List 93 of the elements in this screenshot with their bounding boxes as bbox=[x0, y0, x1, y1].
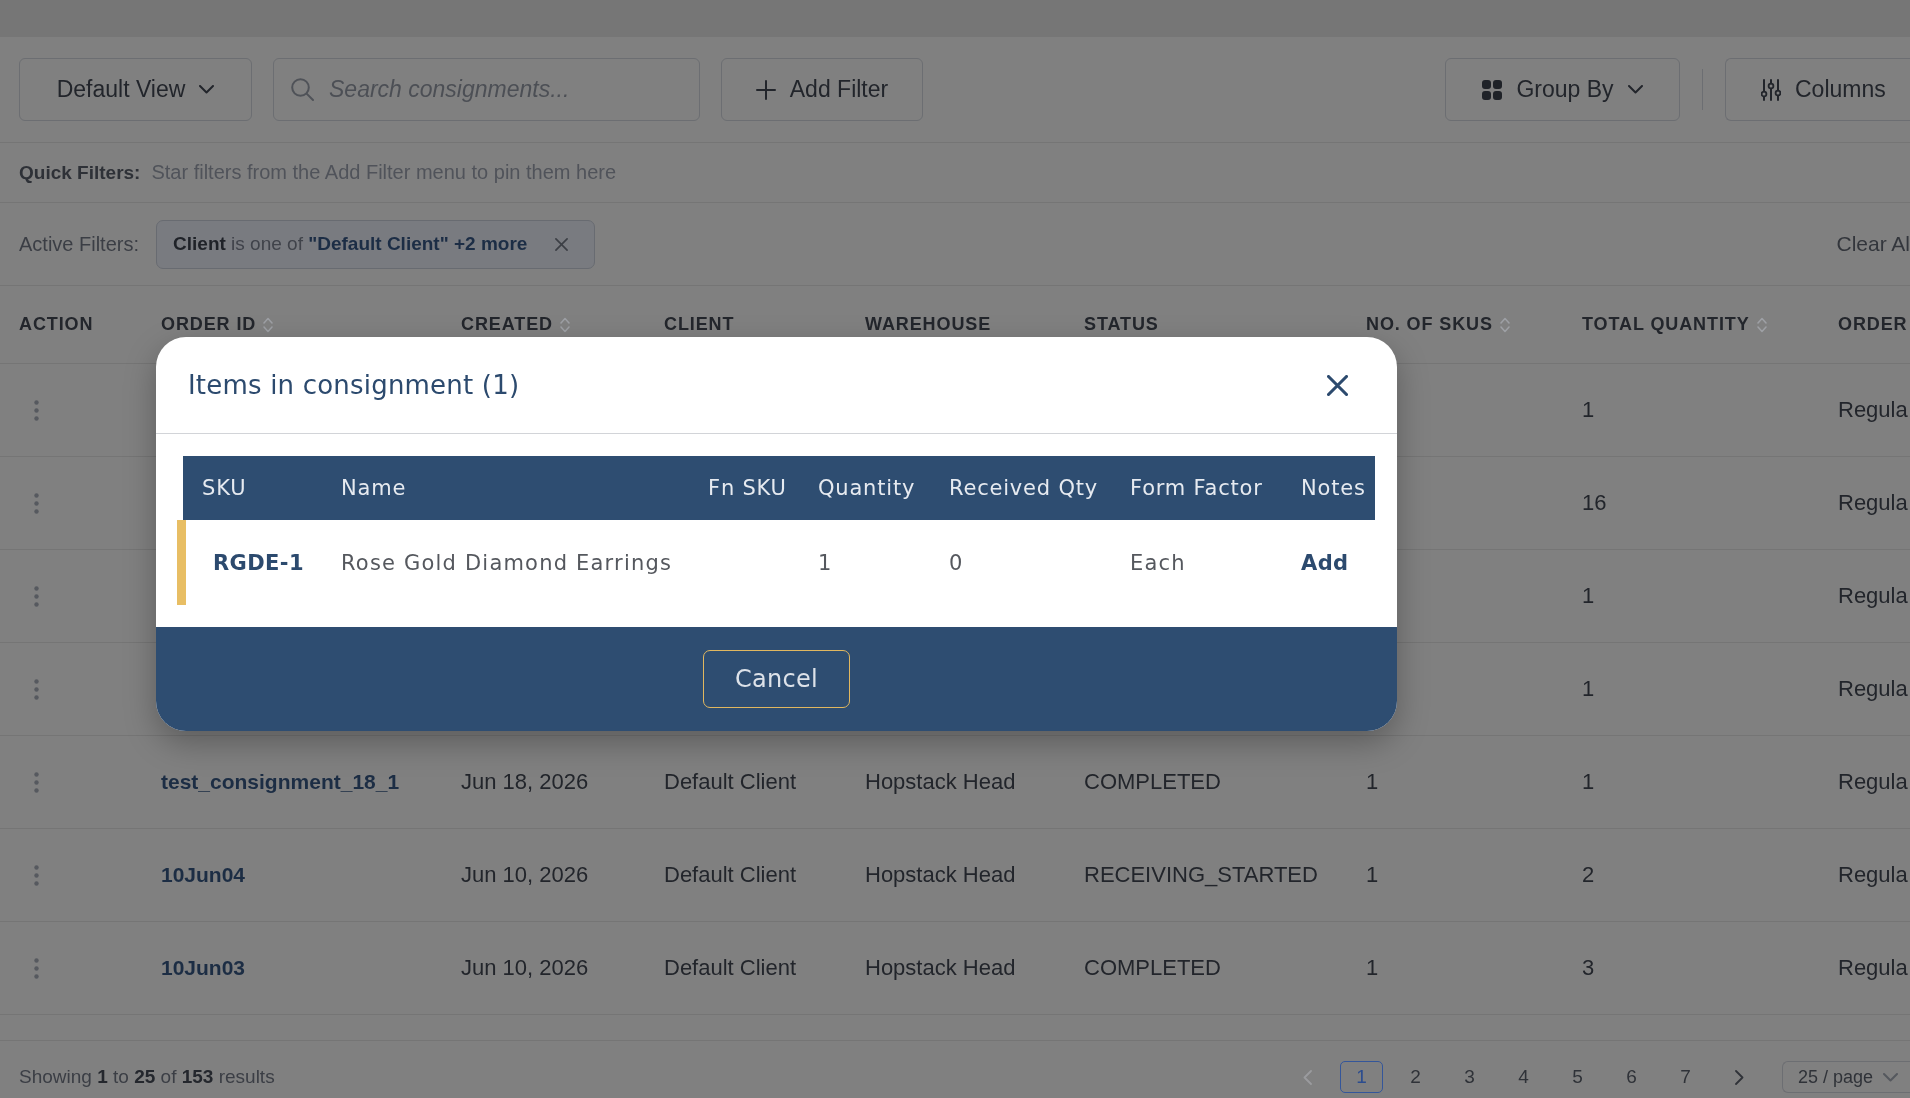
sort-icon[interactable] bbox=[1756, 316, 1767, 333]
column-header: SKU bbox=[201, 476, 248, 500]
page-button[interactable]: 2 bbox=[1394, 1061, 1437, 1093]
close-icon[interactable] bbox=[1327, 374, 1348, 396]
table-cell: 1 bbox=[1582, 583, 1595, 609]
kebab-menu-icon[interactable] bbox=[34, 771, 39, 793]
column-header: ACTION bbox=[19, 314, 94, 335]
column-header: Quantity bbox=[818, 476, 917, 500]
column-header: ORDER bbox=[1838, 314, 1908, 335]
table-cell: Regula bbox=[1838, 583, 1908, 609]
table-cell: 2 bbox=[1582, 862, 1595, 888]
table-cell: COMPLETED bbox=[1084, 769, 1221, 795]
column-header: Fn SKU bbox=[708, 476, 788, 500]
table-cell: Hopstack Head bbox=[865, 769, 1016, 795]
column-header: Name bbox=[341, 476, 408, 500]
table-cell: RECEIVING_STARTED bbox=[1084, 862, 1318, 888]
kebab-menu-icon[interactable] bbox=[34, 678, 39, 700]
table-cell: Jun 10, 2026 bbox=[461, 955, 589, 981]
column-header: Received Qty bbox=[949, 476, 1099, 500]
grid-icon bbox=[1482, 79, 1503, 100]
table-cell: Regula bbox=[1838, 862, 1908, 888]
table-cell: 1 bbox=[1582, 397, 1595, 423]
add-filter-button[interactable]: Add Filter bbox=[721, 58, 923, 121]
chevron-down-icon bbox=[199, 85, 215, 94]
kebab-menu-icon[interactable] bbox=[34, 492, 39, 514]
column-header: NO. OF SKUS bbox=[1366, 314, 1493, 335]
table-cell: 1 bbox=[1582, 676, 1595, 702]
plus-icon bbox=[755, 79, 776, 100]
table-cell: Default Client bbox=[664, 862, 797, 888]
column-header: WAREHOUSE bbox=[865, 314, 992, 335]
page-button[interactable]: 1 bbox=[1340, 1061, 1383, 1093]
table-cell: 1 bbox=[1366, 955, 1379, 981]
table-cell: 1 bbox=[1582, 769, 1595, 795]
page-size-select[interactable]: 25 / page bbox=[1782, 1061, 1910, 1093]
table-cell: 1 bbox=[1366, 862, 1379, 888]
sort-icon[interactable] bbox=[1499, 316, 1510, 333]
sliders-icon bbox=[1761, 78, 1781, 101]
column-header: Notes bbox=[1301, 476, 1367, 500]
order-id-link[interactable]: test_consignment_18_1 bbox=[161, 770, 400, 794]
table-cell: COMPLETED bbox=[1084, 955, 1221, 981]
column-header: TOTAL QUANTITY bbox=[1582, 314, 1750, 335]
chevron-right-icon[interactable] bbox=[1735, 1069, 1744, 1085]
table-cell: 3 bbox=[1582, 955, 1595, 981]
dialog-title: Items in consignment (1) bbox=[188, 370, 520, 400]
page-button[interactable]: 7 bbox=[1664, 1061, 1707, 1093]
column-header: CREATED bbox=[461, 314, 553, 335]
table-cell: Default Client bbox=[664, 955, 797, 981]
page-button[interactable]: 3 bbox=[1448, 1061, 1491, 1093]
page-button[interactable]: 6 bbox=[1610, 1061, 1653, 1093]
kebab-menu-icon[interactable] bbox=[34, 864, 39, 886]
columns-button[interactable]: Columns bbox=[1725, 58, 1910, 121]
table-cell: Jun 18, 2026 bbox=[461, 769, 589, 795]
table-cell: Each bbox=[1130, 550, 1186, 575]
table-cell: Regula bbox=[1838, 955, 1908, 981]
sku-link[interactable]: RGDE-1 bbox=[213, 550, 304, 575]
table-cell: Rose Gold Diamond Earrings bbox=[341, 550, 673, 575]
table-cell: Jun 10, 2026 bbox=[461, 862, 589, 888]
column-header: CLIENT bbox=[664, 314, 735, 335]
table-cell: Regula bbox=[1838, 769, 1908, 795]
active-filters-label: Active Filters: bbox=[19, 232, 140, 256]
column-header: STATUS bbox=[1084, 314, 1159, 335]
table-cell: Hopstack Head bbox=[865, 862, 1016, 888]
table-cell: Regula bbox=[1838, 490, 1908, 516]
cancel-button[interactable]: Cancel bbox=[703, 650, 850, 708]
table-cell: 1 bbox=[1366, 769, 1379, 795]
sort-icon[interactable] bbox=[559, 316, 570, 333]
page-button[interactable]: 5 bbox=[1556, 1061, 1599, 1093]
clear-all-button[interactable]: Clear Al bbox=[1836, 232, 1910, 256]
column-header: ORDER ID bbox=[161, 314, 257, 335]
kebab-menu-icon[interactable] bbox=[34, 957, 39, 979]
add-note-link[interactable]: Add bbox=[1301, 550, 1349, 575]
results-summary: Showing 1 to 25 of 153 results bbox=[19, 1065, 275, 1089]
column-header: Form Factor bbox=[1130, 476, 1264, 500]
table-cell: Regula bbox=[1838, 676, 1908, 702]
chevron-down-icon bbox=[1627, 85, 1643, 94]
table-cell: 1 bbox=[818, 550, 833, 575]
filter-chip[interactable]: Client is one of "Default Client" +2 more bbox=[156, 219, 596, 269]
group-by-button[interactable]: Group By bbox=[1445, 58, 1680, 121]
table-cell: 0 bbox=[949, 550, 964, 575]
kebab-menu-icon[interactable] bbox=[34, 399, 39, 421]
view-select-button[interactable]: Default View bbox=[19, 58, 252, 121]
order-id-link[interactable]: 10Jun04 bbox=[161, 863, 246, 887]
sort-icon[interactable] bbox=[263, 316, 274, 333]
page-button[interactable]: 4 bbox=[1502, 1061, 1545, 1093]
table-cell: Regula bbox=[1838, 397, 1908, 423]
table-cell: Default Client bbox=[664, 769, 797, 795]
table-cell: 16 bbox=[1582, 490, 1607, 516]
quick-filters-label: Quick Filters: bbox=[19, 161, 141, 184]
search-icon bbox=[291, 78, 314, 101]
table-cell: Hopstack Head bbox=[865, 955, 1016, 981]
order-id-link[interactable]: 10Jun03 bbox=[161, 956, 246, 980]
chevron-down-icon bbox=[1883, 1072, 1899, 1082]
kebab-menu-icon[interactable] bbox=[34, 585, 39, 607]
